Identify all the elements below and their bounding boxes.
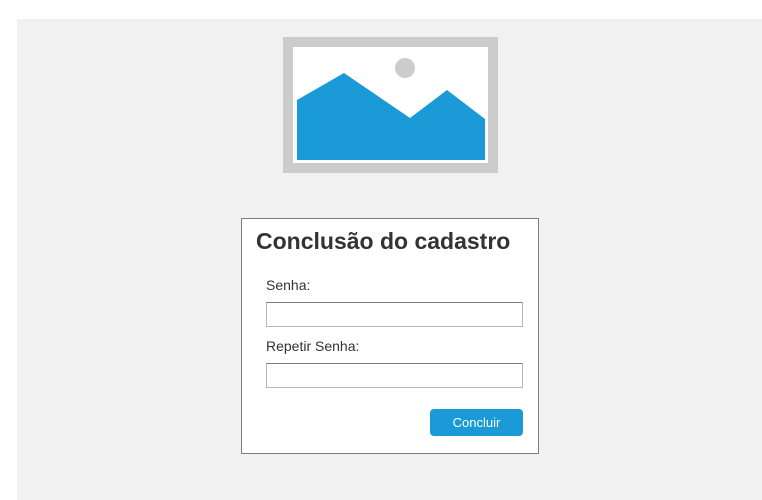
repeat-password-input[interactable] — [266, 363, 523, 388]
password-input[interactable] — [266, 302, 523, 327]
password-label: Senha: — [266, 277, 311, 293]
signup-completion-card: Conclusão do cadastro Senha: Repetir Sen… — [241, 218, 539, 454]
logo-image — [283, 37, 498, 173]
page: Conclusão do cadastro Senha: Repetir Sen… — [0, 0, 762, 500]
repeat-password-label: Repetir Senha: — [266, 338, 360, 354]
submit-button[interactable]: Concluir — [430, 409, 523, 436]
image-placeholder-icon — [283, 37, 498, 173]
card-title: Conclusão do cadastro — [256, 228, 511, 254]
